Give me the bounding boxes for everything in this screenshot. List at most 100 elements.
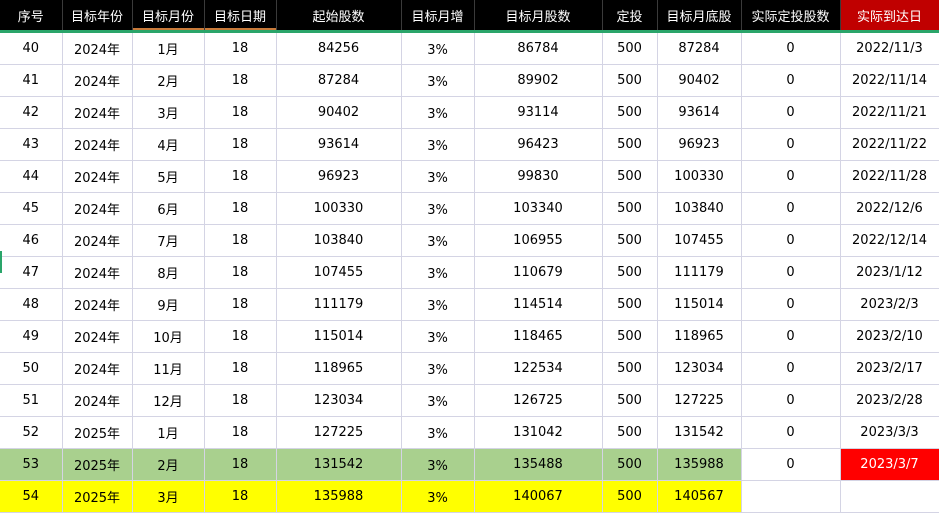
header-cell-actual-invest-shares[interactable]: 实际定投股数 <box>741 0 841 30</box>
cell-month[interactable]: 12月 <box>132 384 205 417</box>
cell-year[interactable]: 2025年 <box>62 416 133 449</box>
cell-month[interactable]: 4月 <box>132 128 205 161</box>
cell-month-end[interactable]: 93614 <box>657 96 742 129</box>
cell-start-shares[interactable]: 118965 <box>276 352 402 385</box>
cell-index[interactable]: 43 <box>0 128 63 161</box>
cell-target-shares[interactable]: 118465 <box>474 320 603 353</box>
cell-target-shares[interactable]: 86784 <box>474 33 603 65</box>
cell-year[interactable]: 2024年 <box>62 64 133 97</box>
cell-year[interactable]: 2024年 <box>62 33 133 65</box>
cell-month-end[interactable]: 131542 <box>657 416 742 449</box>
cell-target-shares[interactable]: 93114 <box>474 96 603 129</box>
cell-actual-shares[interactable]: 0 <box>741 33 841 65</box>
cell-actual-date[interactable]: 2022/11/21 <box>840 96 939 129</box>
cell-invest[interactable]: 500 <box>602 128 658 161</box>
cell-year[interactable]: 2024年 <box>62 96 133 129</box>
cell-month[interactable]: 3月 <box>132 96 205 129</box>
cell-month-end[interactable]: 127225 <box>657 384 742 417</box>
cell-actual-shares[interactable]: 0 <box>741 256 841 289</box>
header-cell-index[interactable]: 序号 <box>0 0 63 30</box>
cell-day[interactable]: 18 <box>204 33 277 65</box>
header-cell-target-month-shares[interactable]: 目标月股数 <box>474 0 603 30</box>
header-cell-month-end-shares[interactable]: 目标月底股 <box>657 0 742 30</box>
cell-invest[interactable]: 500 <box>602 256 658 289</box>
cell-growth[interactable]: 3% <box>401 256 475 289</box>
cell-invest[interactable]: 500 <box>602 320 658 353</box>
cell-target-shares[interactable]: 126725 <box>474 384 603 417</box>
cell-growth[interactable]: 3% <box>401 352 475 385</box>
cell-start-shares[interactable]: 107455 <box>276 256 402 289</box>
cell-target-shares[interactable]: 131042 <box>474 416 603 449</box>
cell-index[interactable]: 51 <box>0 384 63 417</box>
cell-day[interactable]: 18 <box>204 192 277 225</box>
cell-actual-shares[interactable]: 0 <box>741 320 841 353</box>
cell-start-shares[interactable]: 103840 <box>276 224 402 257</box>
cell-day[interactable]: 18 <box>204 320 277 353</box>
cell-actual-date[interactable]: 2022/12/14 <box>840 224 939 257</box>
cell-actual-shares[interactable]: 0 <box>741 224 841 257</box>
cell-month[interactable]: 9月 <box>132 288 205 321</box>
cell-month-end[interactable]: 87284 <box>657 33 742 65</box>
cell-target-shares[interactable]: 99830 <box>474 160 603 193</box>
cell-start-shares[interactable]: 96923 <box>276 160 402 193</box>
cell-month-end[interactable]: 135988 <box>657 448 742 481</box>
cell-growth[interactable]: 3% <box>401 480 475 513</box>
cell-actual-shares[interactable]: 0 <box>741 288 841 321</box>
cell-actual-shares[interactable]: 0 <box>741 160 841 193</box>
cell-target-shares[interactable]: 122534 <box>474 352 603 385</box>
cell-growth[interactable]: 3% <box>401 416 475 449</box>
header-cell-actual-date[interactable]: 实际到达日 <box>840 0 939 30</box>
header-cell-target-day[interactable]: 目标日期 <box>204 0 277 30</box>
cell-actual-shares[interactable]: 0 <box>741 416 841 449</box>
cell-actual-shares[interactable]: 0 <box>741 384 841 417</box>
cell-actual-date[interactable]: 2023/2/10 <box>840 320 939 353</box>
cell-month[interactable]: 2月 <box>132 448 205 481</box>
cell-index[interactable]: 41 <box>0 64 63 97</box>
cell-actual-shares[interactable]: 0 <box>741 352 841 385</box>
cell-month[interactable]: 2月 <box>132 64 205 97</box>
cell-month-end[interactable]: 96923 <box>657 128 742 161</box>
cell-growth[interactable]: 3% <box>401 96 475 129</box>
cell-month[interactable]: 7月 <box>132 224 205 257</box>
cell-month-end[interactable]: 118965 <box>657 320 742 353</box>
cell-index[interactable]: 48 <box>0 288 63 321</box>
cell-start-shares[interactable]: 123034 <box>276 384 402 417</box>
header-cell-target-month[interactable]: 目标月份 <box>132 0 205 30</box>
cell-invest[interactable]: 500 <box>602 352 658 385</box>
cell-index[interactable]: 47 <box>0 256 63 289</box>
cell-month-end[interactable]: 111179 <box>657 256 742 289</box>
cell-month-end[interactable]: 123034 <box>657 352 742 385</box>
cell-growth[interactable]: 3% <box>401 448 475 481</box>
cell-month-end[interactable]: 100330 <box>657 160 742 193</box>
cell-year[interactable]: 2024年 <box>62 320 133 353</box>
cell-actual-date[interactable]: 2022/12/6 <box>840 192 939 225</box>
cell-actual-date[interactable]: 2023/3/3 <box>840 416 939 449</box>
cell-month[interactable]: 1月 <box>132 33 205 65</box>
cell-actual-shares[interactable]: 0 <box>741 192 841 225</box>
cell-actual-shares[interactable]: 0 <box>741 128 841 161</box>
cell-growth[interactable]: 3% <box>401 320 475 353</box>
cell-invest[interactable]: 500 <box>602 224 658 257</box>
cell-growth[interactable]: 3% <box>401 33 475 65</box>
cell-invest[interactable]: 500 <box>602 64 658 97</box>
cell-month[interactable]: 3月 <box>132 480 205 513</box>
cell-month-end[interactable]: 90402 <box>657 64 742 97</box>
cell-start-shares[interactable]: 87284 <box>276 64 402 97</box>
cell-start-shares[interactable]: 93614 <box>276 128 402 161</box>
cell-month-end[interactable]: 140567 <box>657 480 742 513</box>
cell-year[interactable]: 2024年 <box>62 128 133 161</box>
cell-month[interactable]: 5月 <box>132 160 205 193</box>
cell-growth[interactable]: 3% <box>401 160 475 193</box>
cell-actual-date[interactable]: 2023/2/3 <box>840 288 939 321</box>
cell-target-shares[interactable]: 110679 <box>474 256 603 289</box>
cell-target-shares[interactable]: 135488 <box>474 448 603 481</box>
cell-day[interactable]: 18 <box>204 448 277 481</box>
cell-year[interactable]: 2024年 <box>62 384 133 417</box>
cell-year[interactable]: 2024年 <box>62 160 133 193</box>
cell-month[interactable]: 10月 <box>132 320 205 353</box>
cell-month-end[interactable]: 103840 <box>657 192 742 225</box>
cell-actual-date[interactable] <box>840 480 939 513</box>
cell-invest[interactable]: 500 <box>602 480 658 513</box>
cell-index[interactable]: 52 <box>0 416 63 449</box>
cell-actual-date[interactable]: 2022/11/3 <box>840 33 939 65</box>
